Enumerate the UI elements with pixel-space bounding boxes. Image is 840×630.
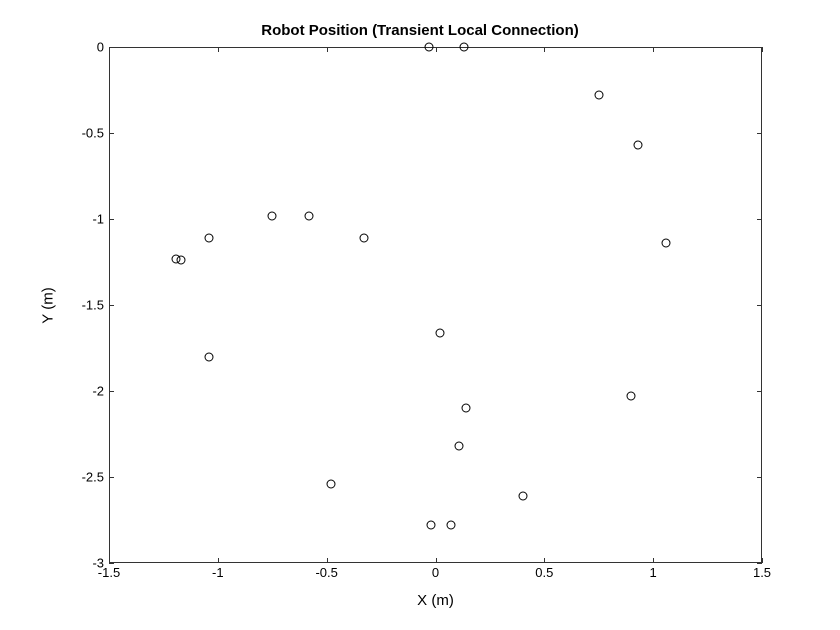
x-tick-label: 0.5: [535, 565, 553, 580]
data-point: [327, 479, 336, 488]
data-point: [459, 43, 468, 52]
data-point: [305, 211, 314, 220]
data-point: [435, 328, 444, 337]
chart-title: Robot Position (Transient Local Connecti…: [0, 22, 840, 39]
data-point: [176, 256, 185, 265]
y-tick-label: -2.5: [82, 470, 104, 485]
y-tick-label: -3: [92, 556, 104, 571]
data-point: [205, 233, 214, 242]
data-point: [427, 521, 436, 530]
x-tick-label: 1: [650, 565, 657, 580]
y-axis-label: Y (m): [38, 47, 58, 563]
data-point: [594, 91, 603, 100]
data-point: [359, 233, 368, 242]
data-point: [446, 521, 455, 530]
data-point: [461, 404, 470, 413]
data-point: [633, 141, 642, 150]
y-tick-label: -2: [92, 384, 104, 399]
data-point: [662, 239, 671, 248]
data-point: [268, 211, 277, 220]
x-tick-label: -1: [212, 565, 224, 580]
y-tick-label: -0.5: [82, 126, 104, 141]
x-tick-label: 0: [432, 565, 439, 580]
data-point: [424, 43, 433, 52]
y-tick-label: -1.5: [82, 298, 104, 313]
data-point: [455, 442, 464, 451]
x-axis-label: X (m): [109, 592, 762, 609]
x-tick-label: -0.5: [315, 565, 337, 580]
x-tick-label: 1.5: [753, 565, 771, 580]
data-point: [627, 392, 636, 401]
y-tick-label: 0: [97, 40, 104, 55]
chart-area: [109, 47, 762, 563]
y-tick-label: -1: [92, 212, 104, 227]
data-point: [518, 491, 527, 500]
data-point: [205, 352, 214, 361]
